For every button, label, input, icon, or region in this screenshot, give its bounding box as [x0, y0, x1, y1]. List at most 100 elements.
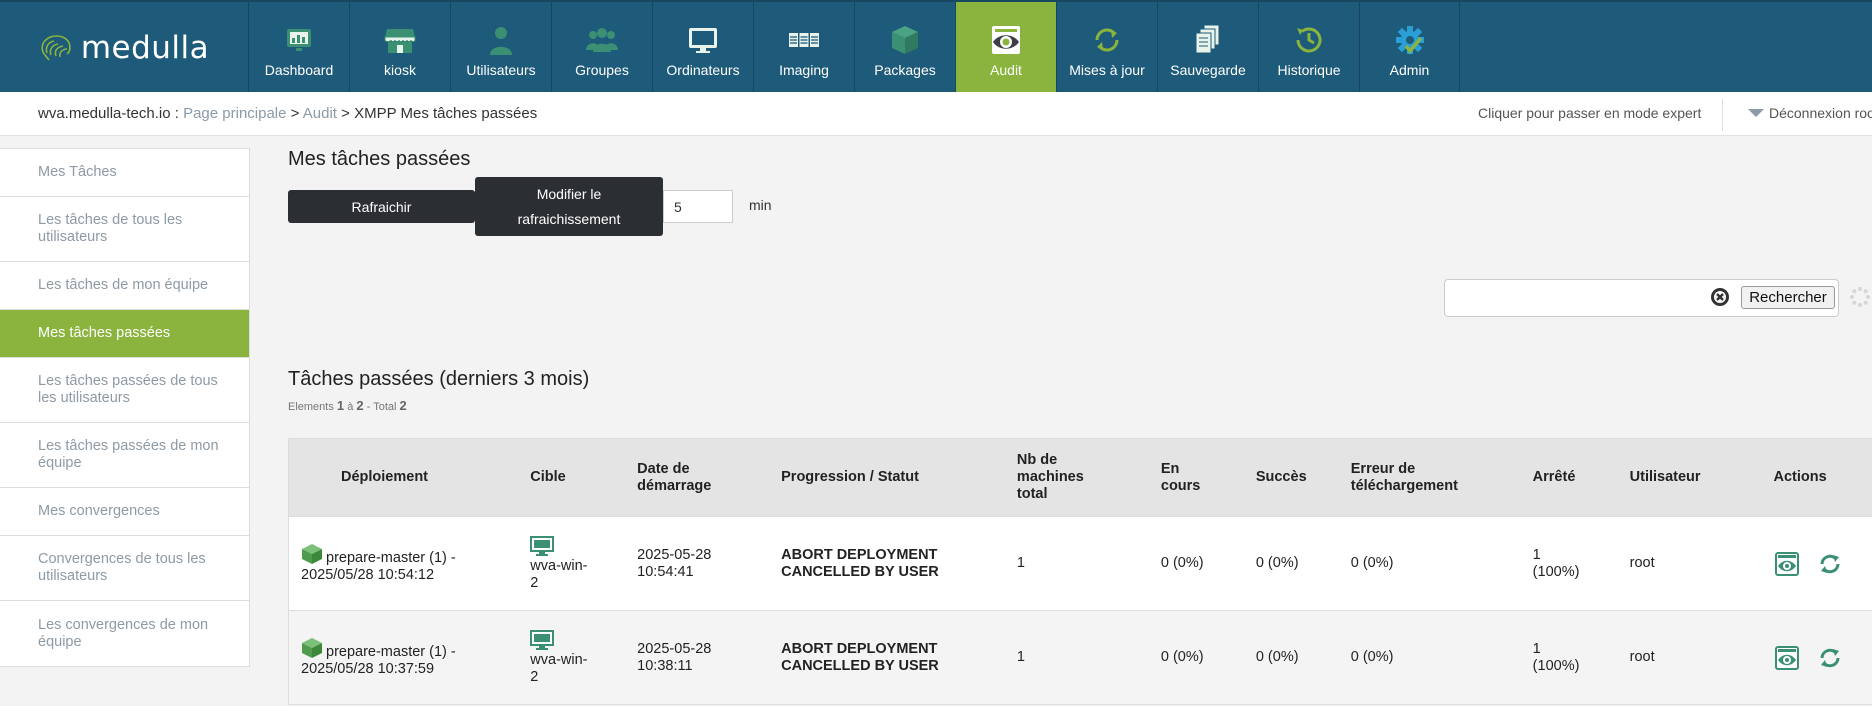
nav-dashboard[interactable]: Dashboard — [248, 2, 349, 94]
sidebar-item-mes-taches[interactable]: Mes Tâches — [0, 149, 249, 197]
col-header-en-cours[interactable]: En cours — [1160, 438, 1256, 517]
user-name: root — [1629, 610, 1764, 705]
audit-view-icon[interactable] — [1774, 551, 1800, 577]
expert-mode-toggle[interactable]: Cliquer pour passer en mode expert — [1478, 105, 1701, 121]
col-header-succes[interactable]: Succès — [1255, 438, 1351, 517]
table-row: prepare-master (1) - 2025/05/28 10:37:59… — [288, 610, 1872, 705]
breadcrumb-current: XMPP Mes tâches passées — [354, 105, 538, 122]
status-text: ABORT DEPLOYMENT CANCELLED BY USER — [781, 610, 1017, 705]
sidebar-item-taches-tous[interactable]: Les tâches de tous les utilisateurs — [0, 197, 249, 262]
nav-utilisateurs[interactable]: Utilisateurs — [450, 2, 551, 94]
sidebar: Mes Tâches Les tâches de tous les utilis… — [0, 148, 250, 667]
nav-kiosk[interactable]: kiosk — [349, 2, 450, 94]
sidebar-item-label: Convergences de tous les utilisateurs — [38, 551, 206, 584]
refresh-interval-input[interactable] — [663, 190, 733, 223]
nav-label: Admin — [1389, 62, 1430, 78]
caret-down-icon — [1748, 109, 1764, 117]
col-header-date[interactable]: Date de démarrage — [637, 438, 782, 517]
refresh-interval-unit: min — [749, 197, 772, 213]
search-button[interactable]: Rechercher — [1741, 286, 1835, 309]
count-total-word: - Total — [366, 401, 397, 413]
logout-button[interactable]: Déconnexion roo — [1748, 105, 1872, 121]
deployment-cell[interactable]: prepare-master (1) - 2025/05/28 10:37:59 — [288, 610, 531, 705]
user-name: root — [1629, 516, 1764, 611]
package-cube-icon — [302, 544, 322, 564]
col-header-statut[interactable]: Progression / Statut — [781, 438, 1017, 517]
nav-mises-a-jour[interactable]: Mises à jour — [1056, 2, 1157, 94]
download-error-count: 0 (0%) — [1350, 610, 1533, 705]
sidebar-item-mes-convergences[interactable]: Mes convergences — [0, 488, 249, 536]
breadcrumb-separator: > — [286, 105, 303, 122]
history-clock-icon — [1291, 22, 1327, 58]
monitor-icon — [685, 22, 721, 58]
breadcrumb-host: wva.medulla-tech.io — [38, 105, 171, 122]
admin-gear-icon — [1392, 22, 1428, 58]
target-cell[interactable]: wva-win-2 — [530, 516, 638, 611]
groups-icon — [584, 22, 620, 58]
relaunch-icon[interactable] — [1818, 646, 1842, 670]
sidebar-item-label: Les tâches de mon équipe — [38, 277, 209, 293]
search-input[interactable] — [1451, 286, 1701, 310]
breadcrumb-home-link[interactable]: Page principale — [183, 105, 286, 122]
backup-files-icon — [1190, 22, 1226, 58]
main-menu: Dashboard kiosk Utilisateurs Groupes Ord… — [248, 2, 1460, 94]
sidebar-item-label: Les convergences de mon équipe — [38, 616, 209, 650]
in-progress-count: 0 (0%) — [1160, 516, 1256, 611]
breadcrumb-audit-link[interactable]: Audit — [303, 105, 337, 122]
nav-ordinateurs[interactable]: Ordinateurs — [652, 2, 753, 94]
col-header-actions: Actions — [1763, 438, 1872, 517]
col-header-utilisateur[interactable]: Utilisateur — [1629, 438, 1764, 517]
nav-groupes[interactable]: Groupes — [551, 2, 652, 94]
nav-label: Audit — [990, 62, 1022, 78]
refresh-button[interactable]: Rafraichir — [288, 190, 475, 223]
nav-label: Sauvegarde — [1170, 62, 1246, 78]
imaging-icon — [786, 22, 822, 58]
col-header-deploiement[interactable]: Déploiement — [288, 438, 531, 517]
nav-label: Imaging — [779, 62, 829, 78]
col-header-cible[interactable]: Cible — [530, 438, 638, 517]
nav-label: Dashboard — [264, 62, 334, 78]
sidebar-item-taches-equipe[interactable]: Les tâches de mon équipe — [0, 262, 249, 310]
actions-cell — [1763, 516, 1872, 611]
audit-view-icon[interactable] — [1774, 645, 1800, 671]
pagination-count: Elements 1 à 2 - Total 2 — [288, 398, 407, 413]
logout-label: Déconnexion roo — [1769, 105, 1872, 121]
package-box-icon — [887, 22, 923, 58]
col-header-arrete[interactable]: Arrêté — [1532, 438, 1630, 517]
modify-refresh-button[interactable]: Modifier le rafraichissement — [475, 177, 663, 236]
count-total: 2 — [399, 398, 407, 413]
sidebar-item-label: Les tâches passées de mon équipe — [38, 438, 219, 471]
count-prefix: Elements — [288, 401, 334, 413]
status-text: ABORT DEPLOYMENT CANCELLED BY USER — [781, 516, 1017, 611]
sidebar-item-label: Les tâches passées de tous les utilisate… — [38, 373, 218, 406]
breadcrumb-bar: wva.medulla-tech.io : Page principale > … — [0, 92, 1872, 136]
deployment-name: prepare-master (1) - 2025/05/28 10:54:12 — [301, 550, 456, 583]
sidebar-item-taches-passees-equipe[interactable]: Les tâches passées de mon équipe — [0, 423, 249, 488]
col-header-total[interactable]: Nb de machines total — [1016, 438, 1161, 517]
start-date: 2025-05-28 10:38:11 — [637, 610, 782, 705]
start-date: 2025-05-28 10:54:41 — [637, 516, 782, 611]
loading-spinner-icon — [1850, 287, 1870, 307]
medulla-logo[interactable]: medulla — [0, 2, 248, 94]
clear-search-icon[interactable] — [1710, 287, 1730, 307]
nav-admin[interactable]: Admin — [1359, 2, 1460, 94]
relaunch-icon[interactable] — [1818, 552, 1842, 576]
sidebar-item-convergences-tous[interactable]: Convergences de tous les utilisateurs — [0, 536, 249, 601]
deployment-cell[interactable]: prepare-master (1) - 2025/05/28 10:54:12 — [288, 516, 531, 611]
nav-audit[interactable]: Audit — [955, 2, 1056, 94]
sidebar-item-convergences-equipe[interactable]: Les convergences de mon équipe — [0, 601, 249, 666]
target-cell[interactable]: wva-win-2 — [530, 610, 638, 705]
package-cube-icon — [302, 638, 322, 658]
col-header-erreur[interactable]: Erreur de téléchargement — [1350, 438, 1533, 517]
nav-imaging[interactable]: Imaging — [753, 2, 854, 94]
sidebar-item-mes-taches-passees[interactable]: Mes tâches passées — [0, 310, 249, 358]
total-machines: 1 — [1016, 610, 1161, 705]
sidebar-item-taches-passees-tous[interactable]: Les tâches passées de tous les utilisate… — [0, 358, 249, 423]
nav-packages[interactable]: Packages — [854, 2, 955, 94]
nav-sauvegarde[interactable]: Sauvegarde — [1157, 2, 1258, 94]
breadcrumb-separator: > — [336, 105, 355, 122]
total-machines: 1 — [1016, 516, 1161, 611]
user-icon — [483, 22, 519, 58]
target-name: wva-win-2 — [530, 651, 588, 685]
nav-historique[interactable]: Historique — [1258, 2, 1359, 94]
